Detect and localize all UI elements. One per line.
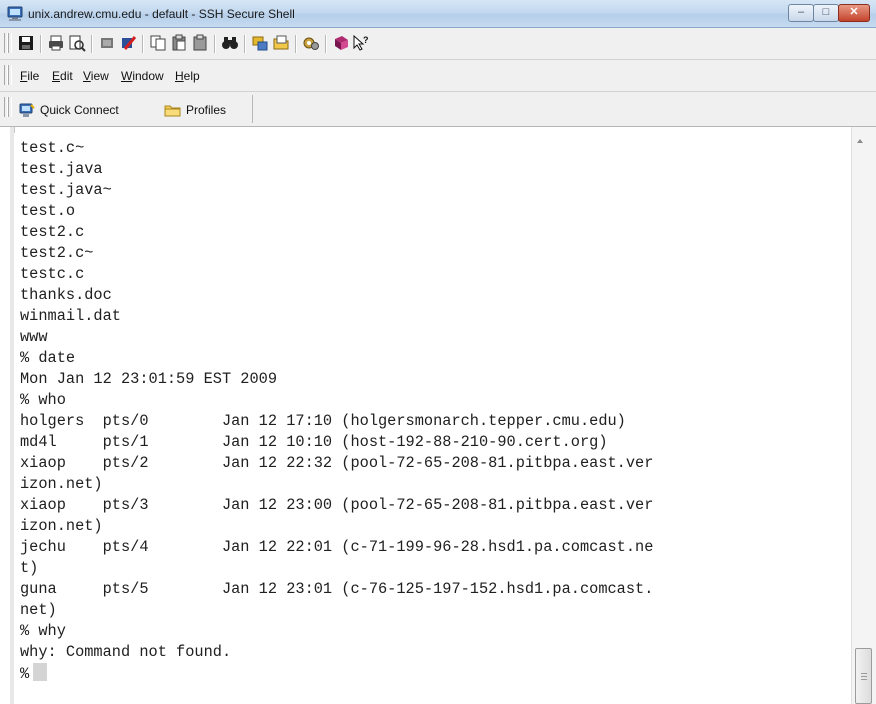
menu-bar: File Edit View Window Help (0, 60, 876, 92)
toolbar: ? (0, 28, 876, 60)
terminal-line: test2.c (20, 223, 85, 241)
terminal-output[interactable]: test.c~ test.java test.java~ test.o test… (14, 133, 850, 704)
menu-help-label: elp (183, 69, 200, 83)
profiles-label: Profiles (186, 103, 227, 117)
print-icon[interactable] (47, 34, 65, 52)
terminal-line: test.c~ (20, 139, 85, 157)
settings-icon[interactable] (302, 34, 320, 52)
scrollbar-thumb[interactable] (855, 648, 872, 704)
folder-icon (164, 105, 181, 117)
vertical-scrollbar[interactable] (851, 127, 876, 704)
paste-icon[interactable] (170, 34, 188, 52)
help-book-icon[interactable] (332, 34, 350, 52)
terminal-line: xiaop pts/2 Jan 12 22:32 (pool-72-65-208… (20, 454, 654, 472)
menu-help[interactable]: Help (175, 69, 200, 83)
menu-view-mnemonic: V (83, 69, 91, 83)
terminal-line: thanks.doc (20, 286, 112, 304)
terminal-line: why: Command not found. (20, 643, 232, 661)
menubar-grip (8, 65, 12, 85)
context-help-icon[interactable]: ? (352, 34, 370, 52)
terminal-line: test.o (20, 202, 76, 220)
toolbar-separator (244, 35, 246, 53)
terminal-prompt: % (20, 665, 30, 683)
terminal-line: net) (20, 601, 57, 619)
terminal-line: test.java (20, 160, 103, 178)
window-title: unix.andrew.cmu.edu - default - SSH Secu… (28, 7, 295, 21)
paste-alt-icon[interactable] (191, 34, 209, 52)
terminal-line: md4l pts/1 Jan 12 10:10 (host-192-88-210… (20, 433, 608, 451)
menu-help-mnemonic: H (175, 69, 184, 83)
print-preview-icon[interactable] (68, 34, 86, 52)
menu-edit-mnemonic: E (52, 69, 61, 83)
terminal-line: t) (20, 559, 39, 577)
toolbar-separator (295, 35, 297, 53)
terminal-line: testc.c (20, 265, 85, 283)
connect-icon[interactable] (119, 34, 137, 52)
transfer-icon[interactable] (251, 34, 269, 52)
toolbar-separator (40, 35, 42, 53)
title-bar: unix.andrew.cmu.edu - default - SSH Secu… (0, 0, 876, 28)
terminal-line: izon.net) (20, 475, 103, 493)
ssh-app-icon (7, 6, 23, 21)
menu-window-label: indow (132, 69, 164, 83)
toolbar-separator (142, 35, 144, 53)
disconnect-icon[interactable] (98, 34, 116, 52)
quick-connect-bar: Quick Connect Profiles (0, 92, 876, 127)
terminal-line: test2.c~ (20, 244, 94, 262)
file-icon[interactable] (272, 34, 290, 52)
terminal-line: % date (20, 349, 76, 367)
menu-edit[interactable]: Edit (52, 69, 73, 83)
close-button[interactable]: ✕ (838, 4, 870, 22)
save-icon[interactable] (17, 34, 35, 52)
menu-view-label: iew (90, 69, 109, 83)
profiles-button[interactable]: Profiles (164, 100, 226, 120)
terminal-line: jechu pts/4 Jan 12 22:01 (c-71-199-96-28… (20, 538, 654, 556)
maximize-button[interactable]: □ (813, 4, 839, 22)
quick-connect-icon (19, 103, 35, 117)
toolbar-separator (91, 35, 93, 53)
terminal-line: guna pts/5 Jan 12 23:01 (c-76-125-197-15… (20, 580, 654, 598)
thumb-grip-icon (861, 673, 867, 680)
terminal-line: % why (20, 622, 66, 640)
terminal-line: % who (20, 391, 66, 409)
quick-connect-button[interactable]: Quick Connect (19, 100, 119, 120)
terminal-line: Mon Jan 12 23:01:59 EST 2009 (20, 370, 278, 388)
terminal-line: test.java~ (20, 181, 112, 199)
terminal-line: www (20, 328, 48, 346)
terminal-cursor (33, 663, 48, 681)
menu-file-label: ile (27, 69, 40, 83)
toolbar-separator (325, 35, 327, 53)
minimize-button[interactable]: – (788, 4, 814, 22)
terminal-line: izon.net) (20, 517, 103, 535)
terminal-line: holgers pts/0 Jan 12 17:10 (holgersmonar… (20, 412, 626, 430)
scroll-up-arrow-icon[interactable] (857, 139, 863, 143)
terminal-line: winmail.dat (20, 307, 121, 325)
find-icon[interactable] (221, 34, 239, 52)
menu-window[interactable]: Window (121, 69, 164, 83)
svg-text:?: ? (363, 35, 369, 45)
menu-view[interactable]: View (83, 69, 109, 83)
copy-icon[interactable] (149, 34, 167, 52)
menu-window-mnemonic: W (121, 69, 133, 83)
menu-edit-label: dit (60, 69, 73, 83)
terminal-line: xiaop pts/3 Jan 12 23:00 (pool-72-65-208… (20, 496, 654, 514)
quick-connect-label: Quick Connect (40, 103, 119, 117)
toolbar-grip (8, 33, 12, 53)
menu-file[interactable]: File (20, 69, 39, 83)
toolbar-separator (214, 35, 216, 53)
terminal-prompt-line: % (20, 663, 48, 684)
